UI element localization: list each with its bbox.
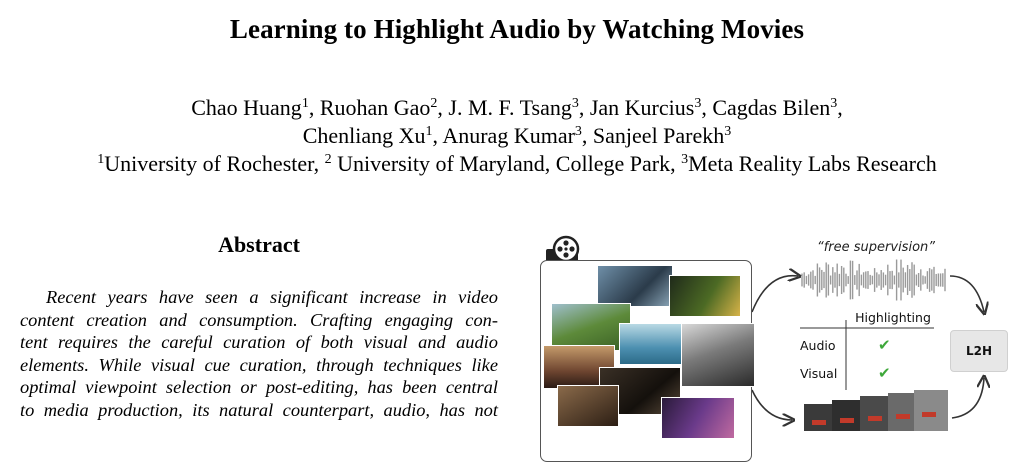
affiliation-marker: 3 — [571, 96, 579, 111]
affiliation-name: Meta Reality Labs Research — [688, 151, 937, 176]
movie-thumbnail — [681, 323, 755, 387]
audio-waveform — [801, 259, 946, 301]
affiliation-marker: 3 — [724, 124, 732, 139]
abstract-line: elements. While visual cue curation, thr… — [20, 354, 498, 375]
affiliation-marker: 1 — [425, 124, 433, 139]
highlighted-frames-strip — [804, 390, 948, 431]
author-name: Chao Huang — [191, 95, 302, 120]
author-name: Sanjeel Parekh — [592, 123, 725, 148]
abstract-line: optimal viewpoint selection or post-edit… — [20, 377, 498, 397]
author-name: Cagdas Bilen — [712, 95, 831, 120]
affiliations-line: 1University of Rochester, 2 University o… — [0, 150, 1034, 178]
affiliation-marker: 1 — [301, 96, 309, 111]
check-icon: ✔ — [878, 336, 891, 354]
affiliation-marker: 3 — [574, 124, 582, 139]
table-header: Highlighting — [855, 310, 931, 325]
author-separator: , — [837, 95, 843, 120]
teaser-figure: “free supervision” Highlighting Audio ✔ … — [536, 232, 1034, 462]
author-name: Jan Kurcius — [589, 95, 695, 120]
abstract-heading: Abstract — [218, 232, 300, 257]
author-name: Chenliang Xu — [302, 123, 426, 148]
authors-line-1: Chao Huang1, Ruohan Gao2, J. M. F. Tsang… — [0, 94, 1034, 122]
l2h-model-box: L2H — [950, 330, 1008, 372]
movie-thumbnail — [597, 265, 673, 307]
affiliation-name: University of Maryland, College Park, — [331, 151, 682, 176]
abstract-line: content creation and consumption. Crafti… — [20, 309, 498, 330]
author-separator: , — [578, 95, 590, 120]
author-separator: , — [432, 123, 443, 148]
arrow-to-l2h-top — [949, 275, 984, 312]
abstract-line: Recent years have seen a significant inc… — [46, 287, 498, 307]
movie-thumbnail — [619, 323, 687, 365]
abstract-body: Recent years have seen a significant inc… — [20, 286, 498, 421]
paper-title: Learning to Highlight Audio by Watching … — [229, 14, 805, 44]
row-label-audio: Audio — [800, 338, 836, 353]
author-name: J. M. F. Tsang — [448, 95, 572, 120]
arrow-to-visual — [751, 389, 792, 420]
abstract-line: tent requires the careful curation of bo… — [20, 332, 498, 352]
author-separator: , — [308, 95, 320, 120]
author-separator: , — [701, 95, 713, 120]
affiliation-marker: 2 — [324, 152, 332, 167]
movie-thumbnail — [669, 275, 741, 317]
author-name: Ruohan Gao — [319, 95, 431, 120]
movie-thumbnail — [557, 385, 619, 427]
authors-line-2: Chenliang Xu1, Anurag Kumar3, Sanjeel Pa… — [0, 122, 1034, 150]
row-label-visual: Visual — [800, 366, 838, 381]
highlighting-table: Highlighting Audio ✔ Visual ✔ — [794, 310, 934, 390]
author-separator: , — [581, 123, 593, 148]
abstract-line: to media production, its natural counter… — [20, 399, 498, 420]
author-separator: , — [437, 95, 449, 120]
movie-thumbnail — [661, 397, 735, 439]
author-name: Anurag Kumar — [442, 123, 575, 148]
movie-collage-panel — [540, 260, 755, 462]
supervision-label: “free supervision” — [816, 240, 935, 255]
affiliation-name: University of Rochester, — [104, 151, 325, 176]
check-icon: ✔ — [878, 364, 891, 382]
arrow-to-l2h-bottom — [951, 378, 984, 419]
author-block: Chao Huang1, Ruohan Gao2, J. M. F. Tsang… — [0, 94, 1034, 178]
arrow-to-audio — [751, 276, 798, 313]
